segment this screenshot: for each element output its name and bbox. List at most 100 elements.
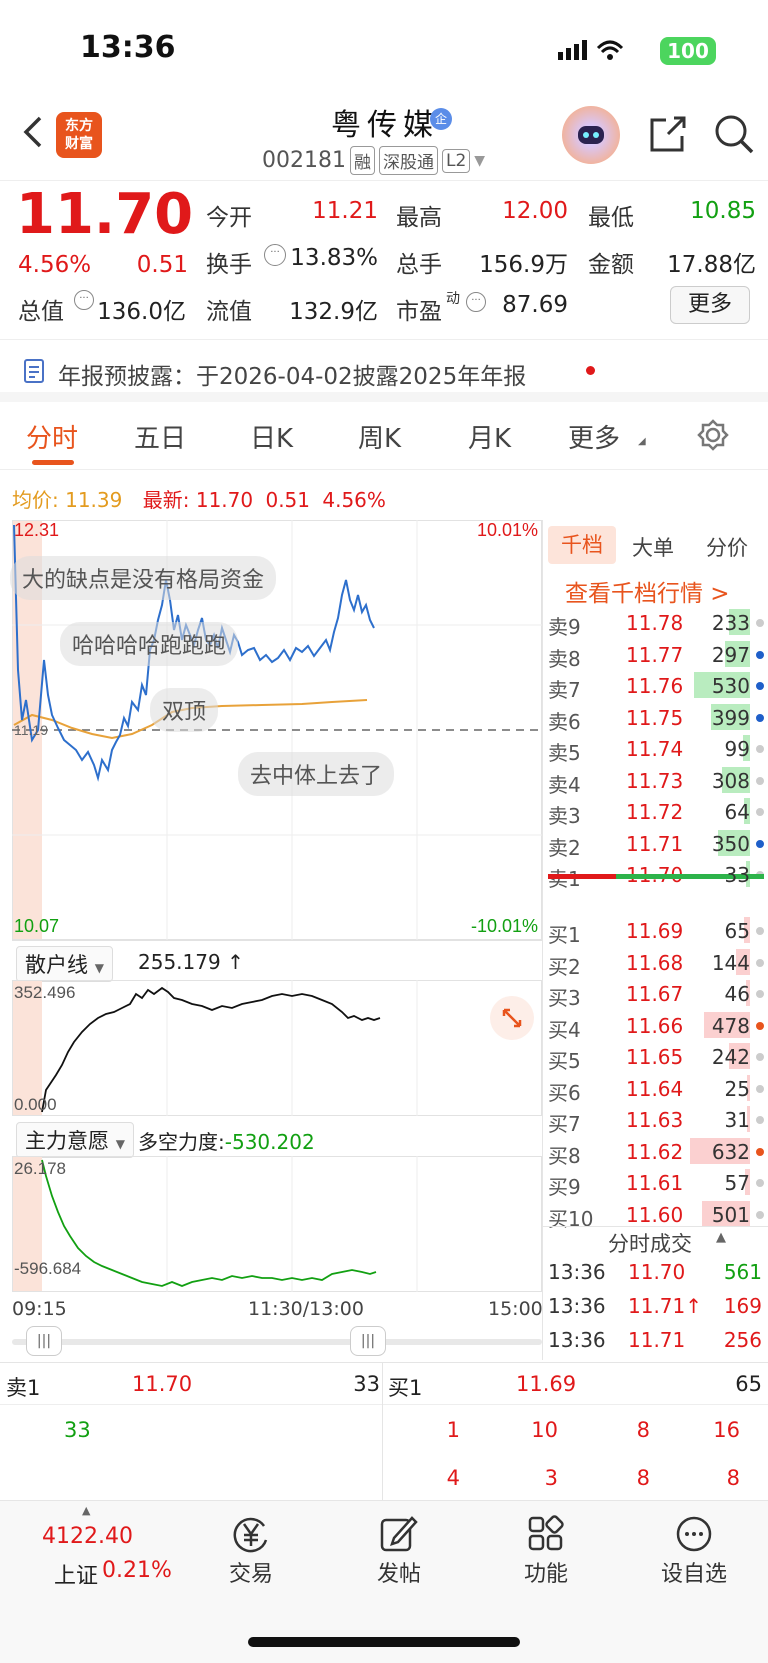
settings-gear-icon[interactable]	[696, 418, 730, 456]
bid-price: 11.61	[626, 1171, 684, 1195]
more-dots-icon[interactable]: ···	[74, 290, 94, 310]
ask-dot	[756, 839, 764, 848]
turnover-label: 换手	[206, 252, 252, 278]
bid-row[interactable]: 买8 11.62 632	[548, 1136, 764, 1168]
tab-big-orders[interactable]: 大单	[632, 532, 674, 562]
bid-row[interactable]: 买6 11.64 25	[548, 1073, 764, 1105]
ask-level-label: 卖7	[548, 678, 581, 702]
expand-icon[interactable]	[490, 996, 534, 1040]
tab-monthly-k[interactable]: 月K	[468, 418, 511, 455]
ask-row[interactable]: 卖4 11.73 308	[548, 765, 764, 797]
ask-level-label: 卖3	[548, 804, 581, 828]
tab-intraday[interactable]: 分时	[26, 418, 78, 455]
bid-row[interactable]: 买1 11.69 65	[548, 915, 764, 947]
ask-row[interactable]: 卖8 11.77 297	[548, 639, 764, 671]
tab-indicator	[32, 460, 74, 465]
nav-function[interactable]: 功能	[491, 1556, 601, 1588]
nav-watchlist[interactable]: 设自选	[639, 1556, 749, 1588]
range-track	[12, 1339, 542, 1345]
bid-row[interactable]: 买10 11.60 501	[548, 1199, 764, 1231]
depth-link[interactable]: 查看千档行情 >	[565, 574, 730, 608]
ask-row[interactable]: 卖9 11.78 233	[548, 607, 764, 639]
bid-price: 11.64	[626, 1076, 684, 1101]
post-edit-icon[interactable]	[378, 1514, 420, 1558]
tab-daily-k[interactable]: 日K	[250, 418, 293, 455]
retail-line-selector[interactable]: 散户线 ▼	[16, 946, 113, 982]
bid-row[interactable]: 买2 11.68 144	[548, 947, 764, 979]
bid-price: 11.60	[626, 1202, 684, 1227]
bid-volume: 57	[724, 1171, 750, 1195]
more-dots-icon[interactable]: ···	[264, 244, 286, 266]
y-axis-top: 12.31	[14, 520, 59, 540]
tag-margin: 融	[349, 146, 375, 175]
comment-bubble[interactable]: 哈哈哈哈跑跑跑	[60, 622, 239, 666]
bid-level-label: 买7	[548, 1112, 581, 1136]
more-dots-icon[interactable]: ···	[466, 292, 486, 312]
add-watchlist-icon[interactable]	[674, 1514, 714, 1558]
ask-level-label: 卖9	[548, 615, 581, 639]
tick-price: 11.71↑	[628, 1294, 703, 1318]
main-force-label: 主力意愿	[25, 1129, 109, 1153]
index-value[interactable]: 4122.40	[42, 1524, 133, 1549]
ask-volume: 399	[711, 705, 750, 730]
main-force-chart[interactable]: 26.178 -596.684	[12, 1156, 542, 1292]
l2-bid-queue-item: 3	[544, 1466, 558, 1490]
bid-row[interactable]: 买7 11.63 31	[548, 1104, 764, 1136]
trade-yen-icon[interactable]	[230, 1514, 272, 1558]
ask-row[interactable]: 卖6 11.75 399	[548, 702, 764, 734]
app-logo[interactable]: 东方 财富	[56, 112, 102, 158]
more-button[interactable]: 更多	[670, 286, 750, 324]
tab-5day[interactable]: 五日	[134, 418, 186, 455]
l2-ask-vol: 33	[353, 1372, 380, 1396]
caret-up-icon: ▲	[716, 1230, 726, 1245]
range-handle-right[interactable]: |||	[350, 1326, 386, 1356]
stock-subinfo[interactable]: 002181 融 深股通 L2 ▼	[262, 146, 485, 175]
ask-row[interactable]: 卖5 11.74 99	[548, 733, 764, 765]
nav-post[interactable]: 发帖	[344, 1556, 454, 1588]
bid-row[interactable]: 买5 11.65 242	[548, 1041, 764, 1073]
nav-trade[interactable]: 交易	[196, 1556, 306, 1588]
index-name[interactable]: 上证	[54, 1558, 98, 1590]
search-icon[interactable]	[712, 112, 756, 160]
ask-price: 11.73	[626, 768, 684, 793]
comment-bubble[interactable]: 去中体上去了	[238, 752, 395, 796]
ticks-title[interactable]: 分时成交	[608, 1228, 692, 1258]
main-force-selector[interactable]: 主力意愿 ▼	[16, 1122, 134, 1158]
ask-row[interactable]: 卖7 11.76 530	[548, 670, 764, 702]
bid-row[interactable]: 买3 11.67 46	[548, 978, 764, 1010]
bid-volume: 242	[711, 1045, 750, 1069]
tab-price-dist[interactable]: 分价	[706, 532, 748, 562]
ask-row[interactable]: 卖3 11.72 64	[548, 796, 764, 828]
bid-price: 11.66	[626, 1013, 684, 1038]
stock-code: 002181	[262, 148, 346, 173]
bid-row[interactable]: 买9 11.61 57	[548, 1167, 764, 1199]
l2-bid-price: 11.69	[516, 1372, 577, 1396]
range-handle-left[interactable]: |||	[26, 1326, 62, 1356]
bid-level-label: 买2	[548, 954, 581, 979]
divider	[0, 1362, 768, 1363]
comment-bubble[interactable]: 双顶	[150, 688, 219, 732]
retail-line	[41, 986, 381, 1113]
ask-level-label: 卖6	[548, 709, 581, 734]
robot-avatar-icon[interactable]	[562, 106, 620, 164]
tab-weekly-k[interactable]: 周K	[358, 418, 401, 455]
function-grid-icon[interactable]	[526, 1514, 566, 1558]
tab-depth[interactable]: 千档	[548, 526, 616, 564]
main-force-info: 多空力度:-530.202	[138, 1126, 315, 1155]
bid-row[interactable]: 买4 11.66 478	[548, 1010, 764, 1042]
pct-axis-top: 10.01%	[477, 520, 538, 540]
l2-ask-price: 11.70	[132, 1372, 193, 1396]
force-value: -530.202	[224, 1130, 315, 1154]
back-icon[interactable]	[18, 112, 48, 152]
index-pct[interactable]: 0.21%	[102, 1558, 172, 1583]
ask-row[interactable]: 卖2 11.71 350	[548, 828, 764, 860]
mktcap-label: 总值	[18, 299, 64, 325]
tab-more[interactable]: 更多	[568, 418, 620, 455]
comment-bubble[interactable]: 大的缺点是没有格局资金	[10, 556, 277, 600]
l2-bid-queue-item: 1	[446, 1418, 460, 1442]
bid-price: 11.65	[626, 1045, 684, 1069]
retail-chart[interactable]: 352.496 0.000	[12, 980, 542, 1116]
retail-top: 352.496	[14, 983, 75, 1002]
share-icon[interactable]	[646, 112, 690, 160]
ask-volume: 64	[724, 800, 750, 824]
